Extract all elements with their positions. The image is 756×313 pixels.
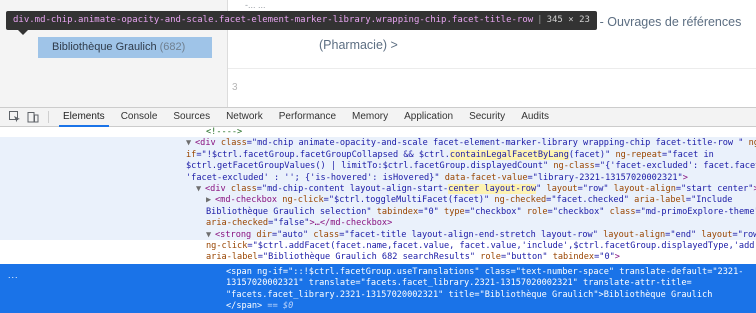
dom-node-md-checkbox[interactable]: ▶ <md-checkbox ng-click="$ctrl.toggleMult… bbox=[206, 195, 732, 206]
dom-attr-line: Bibliothèque Graulich selection" tabinde… bbox=[206, 206, 756, 217]
page-header-fragment: -... ... bbox=[245, 0, 266, 10]
tab-elements[interactable]: Elements bbox=[55, 108, 113, 127]
tooltip-dimensions: 345 × 23 bbox=[546, 15, 590, 25]
dom-node-span-selected[interactable]: <span ng-if="::!$ctrl.facetGroup.useTran… bbox=[226, 267, 743, 278]
dollar-zero-marker: == $0 bbox=[262, 301, 294, 312]
facet-chip-count: (682) bbox=[159, 41, 186, 53]
dom-attr-line: if="!$ctrl.facetGroup.facetGroupCollapse… bbox=[186, 149, 714, 160]
dom-attr-line: "facets.facet_library.2321-1315702000232… bbox=[226, 289, 713, 300]
tab-sources[interactable]: Sources bbox=[165, 108, 218, 126]
toolbar-divider bbox=[48, 111, 49, 123]
tab-memory[interactable]: Memory bbox=[344, 108, 396, 126]
devtools-toolbar: Elements Console Sources Network Perform… bbox=[0, 107, 756, 127]
tab-network[interactable]: Network bbox=[218, 108, 271, 126]
tooltip-selector: div.md-chip.animate-opacity-and-scale.fa… bbox=[13, 15, 534, 25]
result-link-fragment-2[interactable]: (Pharmacie) > bbox=[319, 38, 398, 52]
tab-performance[interactable]: Performance bbox=[271, 108, 344, 126]
collapsed-triangle-icon[interactable]: ▶ bbox=[206, 195, 215, 206]
dom-closing-tag: </span> == $0 bbox=[226, 301, 294, 312]
expand-triangle-icon[interactable]: ▼ bbox=[186, 138, 195, 149]
tooltip-separator: | bbox=[537, 15, 543, 25]
inspect-element-icon[interactable] bbox=[8, 110, 22, 124]
more-options-icon[interactable]: ... bbox=[8, 270, 19, 281]
dom-attr-line: $ctrl.getFacetGroupValues() | limitTo:$c… bbox=[186, 161, 756, 172]
tab-security[interactable]: Security bbox=[461, 108, 513, 126]
dom-attr-line: 13157020002321" translate="facets.facet_… bbox=[226, 278, 692, 289]
dom-node-div-chip[interactable]: ▼ <div class="md-chip animate-opacity-and… bbox=[186, 138, 756, 149]
page-viewport: -... ... Bibliothèque Graulich (682) ie … bbox=[0, 0, 756, 107]
expand-triangle-icon[interactable]: ▼ bbox=[196, 184, 205, 195]
dom-attr-line: aria-checked="false">…</md-checkbox> bbox=[206, 218, 393, 229]
tab-audits[interactable]: Audits bbox=[513, 108, 557, 126]
element-inspect-tooltip: div.md-chip.animate-opacity-and-scale.fa… bbox=[6, 11, 597, 30]
tooltip-arrow bbox=[18, 30, 28, 35]
selected-node[interactable]: <span ng-if="::!$ctrl.facetGroup.useTran… bbox=[0, 264, 756, 313]
dom-comment[interactable]: <!----> bbox=[206, 127, 242, 138]
tab-application[interactable]: Application bbox=[396, 108, 461, 126]
facet-chip[interactable]: Bibliothèque Graulich (682) bbox=[52, 41, 185, 53]
facet-chip-label: Bibliothèque Graulich bbox=[52, 41, 157, 53]
page-fragment: 3 bbox=[232, 82, 238, 93]
device-toolbar-icon[interactable] bbox=[26, 110, 40, 124]
tab-console[interactable]: Console bbox=[113, 108, 166, 126]
expand-triangle-icon[interactable]: ▼ bbox=[206, 230, 215, 241]
result-separator bbox=[228, 68, 756, 69]
elements-dom-tree[interactable]: <!----> ▼ <div class="md-chip animate-opa… bbox=[0, 127, 756, 313]
dom-node-strong[interactable]: ▼ <strong dir="auto" class="facet-title l… bbox=[206, 230, 756, 241]
dom-attr-line: ng-click="$ctrl.addFacet(facet.name,face… bbox=[206, 241, 756, 251]
dom-node-div-chip-content[interactable]: ▼ <div class="md-chip-content layout-alig… bbox=[196, 184, 756, 195]
dom-attr-line: aria-label="Bibliothèque Graulich 682 se… bbox=[206, 252, 620, 263]
dom-attr-line: 'facet-excluded' : ''; {'is-hovered': is… bbox=[186, 172, 688, 183]
